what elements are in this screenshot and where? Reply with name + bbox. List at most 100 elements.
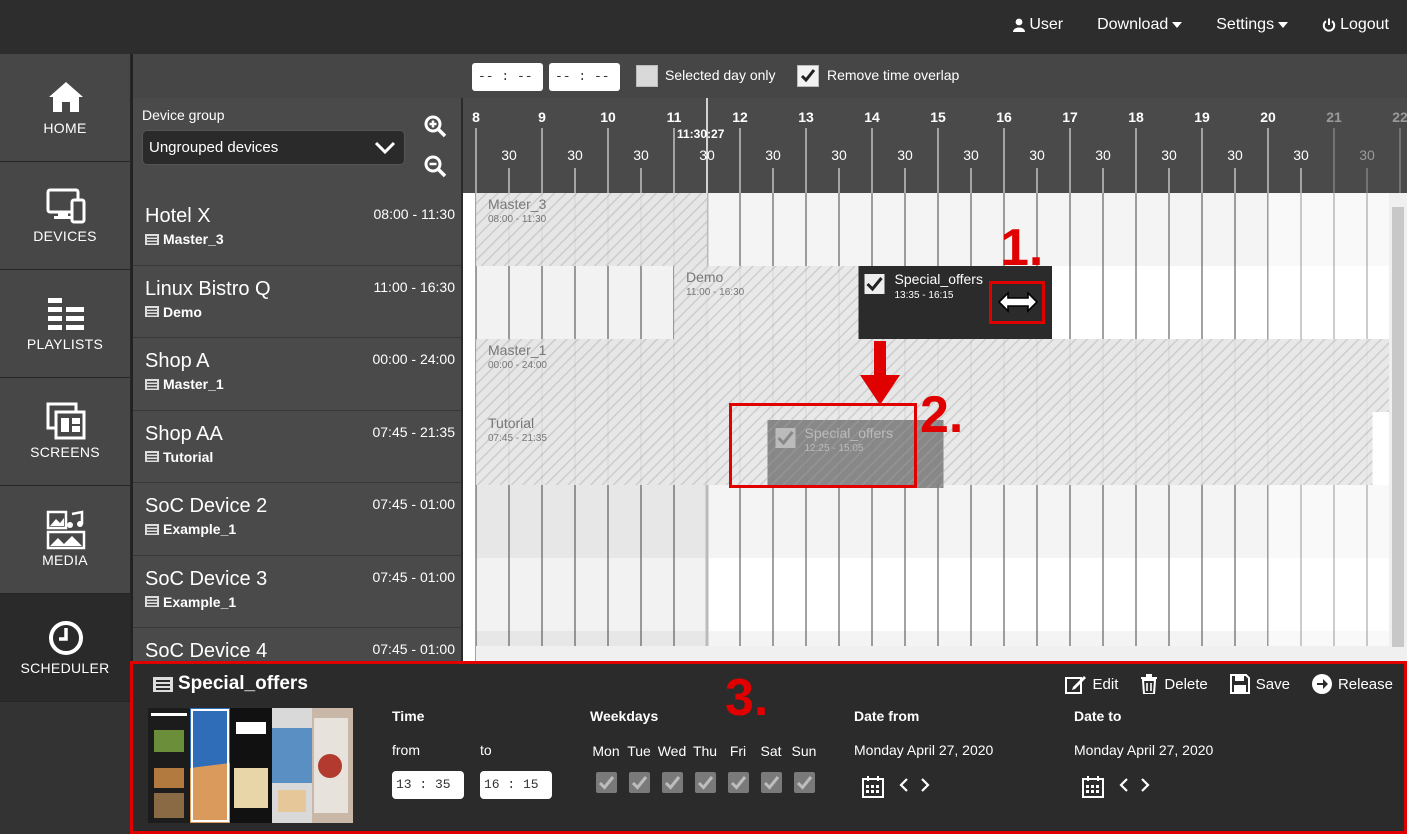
weekday-checkbox[interactable]	[794, 772, 815, 793]
zoom-in-icon[interactable]	[423, 114, 447, 138]
weekday-checkbox[interactable]	[629, 772, 650, 793]
playlist-icon	[145, 306, 159, 317]
remove-time-overlap-checkbox[interactable]	[797, 65, 819, 87]
weekday-checkbox[interactable]	[761, 772, 782, 793]
weekday-checkbox[interactable]	[728, 772, 749, 793]
device-row[interactable]: Shop A 00:00 - 24:00 Master_1	[133, 338, 461, 411]
device-name: SoC Device 2	[145, 495, 268, 517]
sidebar-item-label: MEDIA	[42, 552, 88, 568]
half-hour-label: 30	[1359, 147, 1375, 163]
chevron-left-icon	[899, 778, 908, 792]
calendar-icon[interactable]	[862, 776, 884, 798]
delete-button[interactable]: Delete	[1140, 674, 1208, 694]
release-button[interactable]: Release	[1311, 674, 1393, 694]
time-from-input[interactable]: 13 : 35	[392, 771, 464, 799]
device-playlist-name: Demo	[163, 303, 202, 320]
weekday-checkbox[interactable]	[695, 772, 716, 793]
active-block-time: 13:35 - 16:15	[895, 290, 954, 301]
settings-label: Settings	[1216, 16, 1275, 33]
date-from-prev-button[interactable]	[899, 776, 909, 797]
schedule-title: Special_offers	[153, 673, 308, 695]
checkmark-icon	[697, 776, 714, 790]
device-name: Shop A	[145, 350, 210, 372]
sidebar-item-playlists[interactable]: PLAYLISTS	[0, 270, 131, 378]
sidebar-item-home[interactable]: HOME	[0, 54, 131, 162]
save-button[interactable]: Save	[1229, 674, 1290, 694]
device-row[interactable]: SoC Device 4 07:45 - 01:00	[133, 628, 461, 661]
vertical-scrollbar[interactable]	[1389, 193, 1407, 661]
device-playlist: Demo	[145, 304, 202, 320]
sidebar-item-scheduler[interactable]: SCHEDULER	[0, 594, 131, 702]
device-playlist-name: Example_1	[163, 593, 237, 610]
date-to-prev-button[interactable]	[1119, 776, 1129, 797]
calendar-icon[interactable]	[1082, 776, 1104, 798]
date-to-heading: Date to	[1074, 708, 1122, 724]
schedule-details-panel: Special_offers Edit Delete Save Release	[133, 663, 1407, 834]
time-heading: Time	[392, 708, 425, 724]
schedule-title-text: Special_offers	[178, 673, 308, 694]
selected-day-only-label: Selected day only	[665, 67, 776, 83]
weekday-label: Tue	[627, 743, 651, 759]
device-row[interactable]: Linux Bistro Q 11:00 - 16:30 Demo	[133, 265, 461, 338]
date-to-next-button[interactable]	[1140, 776, 1150, 797]
logout-button[interactable]: Logout	[1322, 16, 1389, 34]
device-row[interactable]: Hotel X 08:00 - 11:30 Master_3	[133, 193, 461, 266]
time-to-input[interactable]: 16 : 15	[480, 771, 552, 799]
sidebar-item-devices[interactable]: DEVICES	[0, 162, 131, 270]
device-row[interactable]: SoC Device 2 07:45 - 01:00 Example_1	[133, 483, 461, 556]
weekday-checkbox[interactable]	[596, 772, 617, 793]
device-row[interactable]: Shop AA 07:45 - 21:35 Tutorial	[133, 410, 461, 483]
media-icon	[46, 510, 86, 550]
device-group-panel: Device group Ungrouped devices	[133, 98, 463, 193]
horizontal-scrollbar[interactable]	[476, 646, 1389, 661]
schedule-block-time: 00:00 - 24:00	[488, 360, 547, 371]
hour-label: 22	[1392, 109, 1407, 125]
checkmark-icon	[763, 776, 780, 790]
half-hour-label: 30	[1227, 147, 1243, 163]
sidebar-item-screens[interactable]: SCREENS	[0, 378, 131, 486]
devices-icon	[46, 188, 86, 224]
checkmark-icon	[730, 776, 747, 790]
checkmark-icon	[796, 776, 813, 790]
date-from-next-button[interactable]	[920, 776, 930, 797]
trash-icon	[1141, 674, 1158, 694]
time-filter-from-input[interactable]: -- : --	[472, 63, 543, 91]
remove-time-overlap-label: Remove time overlap	[827, 67, 960, 83]
device-group-selected: Ungrouped devices	[149, 139, 279, 156]
arrow-down-icon	[860, 341, 900, 405]
edit-button[interactable]: Edit	[1064, 674, 1118, 694]
time-filter-to-input[interactable]: -- : --	[549, 63, 620, 91]
home-icon	[49, 82, 83, 112]
current-time-label: 11:30:27	[677, 127, 725, 141]
chevron-down-icon	[374, 141, 396, 155]
device-time: 07:45 - 01:00	[372, 568, 455, 585]
scrollbar-thumb[interactable]	[1392, 207, 1404, 647]
weekday-label: Sat	[760, 743, 782, 759]
schedule-block-name: Demo	[686, 269, 724, 285]
device-row[interactable]: SoC Device 3 07:45 - 01:00 Example_1	[133, 555, 461, 628]
hour-label: 19	[1194, 109, 1210, 125]
sidebar: HOME DEVICES PLAYLISTS SCREENS MEDIA SCH…	[0, 54, 133, 834]
sidebar-item-label: HOME	[43, 120, 87, 136]
device-name: Shop AA	[145, 422, 223, 445]
sidebar-item-media[interactable]: MEDIA	[0, 486, 131, 594]
weekday-checkbox[interactable]	[662, 772, 683, 793]
zoom-out-icon[interactable]	[423, 154, 447, 178]
settings-menu[interactable]: Settings	[1216, 16, 1289, 34]
user-menu[interactable]: User	[1013, 16, 1063, 34]
checkmark-icon	[631, 776, 648, 790]
device-group-select[interactable]: Ungrouped devices	[142, 130, 405, 165]
device-playlist: Example_1	[145, 594, 236, 610]
playlist-icon	[153, 676, 173, 692]
checkmark-icon	[800, 69, 816, 83]
arrow-circle-right-icon	[1311, 674, 1332, 694]
selected-day-only-checkbox[interactable]	[636, 65, 658, 87]
download-menu[interactable]: Download	[1097, 16, 1183, 34]
user-icon	[1013, 18, 1026, 32]
device-playlist-name: Example_1	[163, 521, 237, 537]
half-hour-label: 30	[1161, 147, 1177, 163]
device-playlist: Tutorial	[145, 449, 213, 465]
screens-icon	[46, 402, 86, 440]
hour-label: 16	[996, 109, 1012, 125]
hour-label: 17	[1062, 109, 1078, 125]
